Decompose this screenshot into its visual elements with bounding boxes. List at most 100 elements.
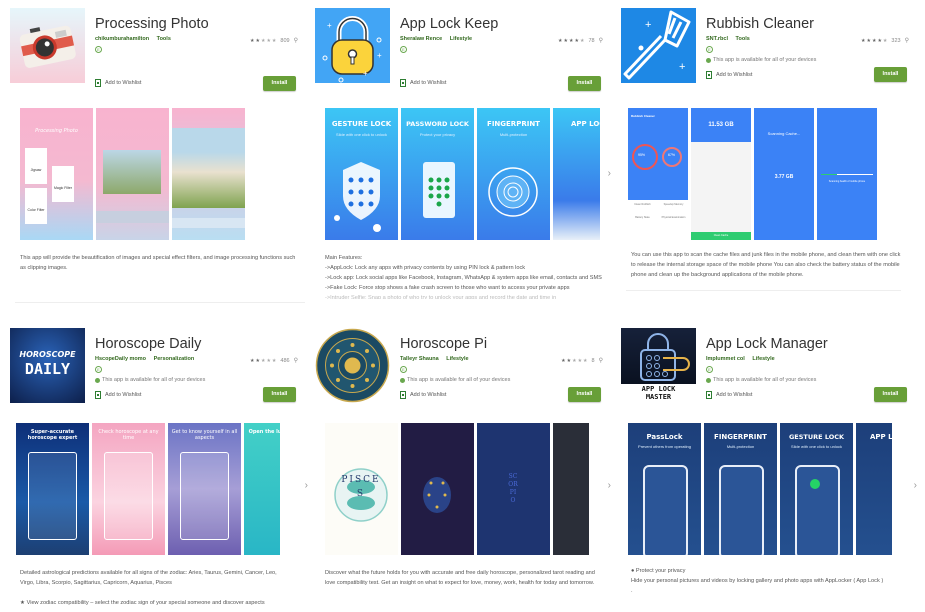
padlock-icon: + + +: [322, 16, 382, 83]
tile-label: Jigsaw: [30, 168, 42, 172]
screenshot[interactable]: [401, 423, 474, 555]
add-to-wishlist-button[interactable]: Add to Wishlist: [706, 71, 752, 79]
add-to-wishlist-button[interactable]: Add to Wishlist: [95, 391, 141, 399]
developer-line: chikumburahamilton Tools: [95, 36, 177, 42]
icon-text: HOROSCOPE: [19, 350, 76, 359]
app-title[interactable]: Horoscope Daily: [95, 336, 201, 352]
description-text: Detailed astrological predictions availa…: [20, 570, 277, 586]
add-to-wishlist-button[interactable]: Add to Wishlist: [400, 391, 446, 399]
add-to-wishlist-button[interactable]: Add to Wishlist: [706, 391, 752, 399]
screenshot[interactable]: SCORPIO: [477, 423, 550, 555]
everyone-rating-icon: E: [95, 366, 102, 373]
app-title[interactable]: App Lock Keep: [400, 16, 498, 32]
install-button[interactable]: Install: [568, 387, 601, 402]
availability-notice: This app is available for all of your de…: [706, 57, 816, 63]
divider: [15, 302, 305, 303]
description-text: .: [631, 588, 633, 594]
description-text: ->Fake Lock: Force stop shows a fake cra…: [325, 285, 570, 291]
screenshot[interactable]: PassLock Prevent others from operating: [628, 423, 701, 555]
screenshot[interactable]: APP LOCK: [553, 108, 600, 240]
install-button[interactable]: Install: [874, 387, 907, 402]
developer-link[interactable]: Sheralaw Rence: [400, 36, 442, 42]
app-title[interactable]: Processing Photo: [95, 16, 209, 32]
screenshot[interactable]: APP LOCK: [856, 423, 892, 555]
scanning-title: Scanning Cache...: [767, 131, 801, 136]
screenshot[interactable]: PASSWORD LOCK Protect your privacy: [401, 108, 474, 240]
availability-icon: [95, 377, 100, 383]
phone-mockup: [719, 465, 764, 555]
grid-item[interactable]: Speedup Memory: [659, 203, 688, 206]
app-title[interactable]: Rubbish Cleaner: [706, 16, 814, 32]
developer-link[interactable]: HscopeDaily momo: [95, 356, 146, 362]
app-icon-app-lock-master[interactable]: APP LOCK MASTER: [621, 328, 696, 403]
icon-text: APP LOCK: [641, 385, 676, 393]
install-button[interactable]: Install: [568, 76, 601, 91]
category-link[interactable]: Tools: [157, 36, 171, 42]
app-title[interactable]: App Lock Manager: [706, 336, 828, 352]
svg-text:+: +: [363, 69, 368, 78]
install-button[interactable]: Install: [263, 387, 296, 402]
screenshot[interactable]: Scanning health of mobile phone: [817, 108, 877, 240]
screenshot[interactable]: PISCES: [325, 423, 398, 555]
category-link[interactable]: Lifestyle: [450, 36, 472, 42]
whatsapp-icon: [810, 479, 820, 489]
next-screenshot-arrow[interactable]: ›: [608, 480, 611, 491]
grid-item[interactable]: Physical Examination: [659, 216, 688, 219]
screenshot[interactable]: [553, 423, 589, 555]
screenshot[interactable]: [172, 108, 245, 240]
screenshot[interactable]: Super-accurate horoscope expert: [16, 423, 89, 555]
category-link[interactable]: Tools: [736, 36, 750, 42]
star-icon: ★: [249, 37, 255, 44]
screenshot[interactable]: Open the lucky ev: [244, 423, 280, 555]
add-to-wishlist-button[interactable]: Add to Wishlist: [95, 79, 141, 87]
category-link[interactable]: Lifestyle: [752, 356, 774, 362]
screenshot[interactable]: Rubbish Cleaner 95% 67% Clean Rubbish Sp…: [628, 108, 688, 240]
app-icon-broom[interactable]: + +: [621, 8, 696, 83]
star-icon: ★: [566, 357, 572, 364]
availability-notice: This app is available for all of your de…: [400, 377, 510, 383]
add-to-wishlist-button[interactable]: Add to Wishlist: [400, 79, 446, 87]
app-title[interactable]: Horoscope Pi: [400, 336, 487, 352]
grid-item[interactable]: Battery State: [628, 216, 657, 219]
next-screenshot-arrow[interactable]: ›: [608, 168, 611, 179]
photo-preview: [172, 128, 245, 208]
rating-count: 8: [591, 357, 595, 364]
screenshot[interactable]: [96, 108, 169, 240]
developer-link[interactable]: Implummet col: [706, 356, 745, 362]
tile-label: Color Filter: [27, 208, 45, 212]
screenshot[interactable]: 11.53 GB Clean Cache: [691, 108, 751, 240]
next-screenshot-arrow[interactable]: ›: [914, 480, 917, 491]
screenshot[interactable]: GESTURE LOCK Slide with one click to unl…: [325, 108, 398, 240]
screenshot[interactable]: Get to know yourself in all aspects: [168, 423, 241, 555]
developer-link[interactable]: chikumburahamilton: [95, 36, 149, 42]
screenshot[interactable]: FINGERPRINT Multi-protection: [704, 423, 777, 555]
cleaner-header: Rubbish Cleaner 95% 67%: [628, 108, 688, 200]
developer-link[interactable]: SNT.rbcl: [706, 36, 728, 42]
screenshot[interactable]: Processing Photo Jigsaw Color Filter Mag…: [20, 108, 93, 240]
everyone-rating-icon: E: [706, 366, 713, 373]
app-icon-zodiac-wheel[interactable]: [315, 328, 390, 403]
clean-cache-button[interactable]: Clean Cache: [691, 232, 751, 240]
developer-link[interactable]: Talleyr Shauna: [400, 356, 439, 362]
screenshot[interactable]: GESTURE LOCK Slide with one click to unl…: [780, 423, 853, 555]
install-button[interactable]: Install: [874, 67, 907, 82]
screenshot[interactable]: FINGERPRINT Multi-protection: [477, 108, 550, 240]
next-screenshot-arrow[interactable]: ›: [305, 480, 308, 491]
app-card-app-lock-manager: APP LOCK MASTER App Lock Manager Implumm…: [621, 328, 921, 594]
app-icon-camera[interactable]: [10, 8, 85, 83]
star-icon: ★: [569, 37, 574, 44]
star-icon: ★: [266, 37, 271, 44]
availability-icon: [706, 377, 711, 383]
shield-pattern-icon: [334, 162, 381, 232]
category-link[interactable]: Personalization: [154, 356, 195, 362]
screenshot[interactable]: Scanning Cache... 3.77 GB: [754, 108, 814, 240]
category-link[interactable]: Lifestyle: [446, 356, 468, 362]
app-icon-horoscope-daily[interactable]: HOROSCOPE DAILY: [10, 328, 85, 403]
install-button[interactable]: Install: [263, 76, 296, 91]
screenshot[interactable]: Check horoscope at any time: [92, 423, 165, 555]
svg-text:+: +: [645, 19, 651, 31]
app-icon-padlock[interactable]: + + +: [315, 8, 390, 83]
rating: ★ ★ ★ ★ ★ 78 ⚲: [558, 37, 603, 45]
grid-item[interactable]: Clean Rubbish: [628, 203, 657, 206]
svg-text:+: +: [679, 61, 685, 73]
